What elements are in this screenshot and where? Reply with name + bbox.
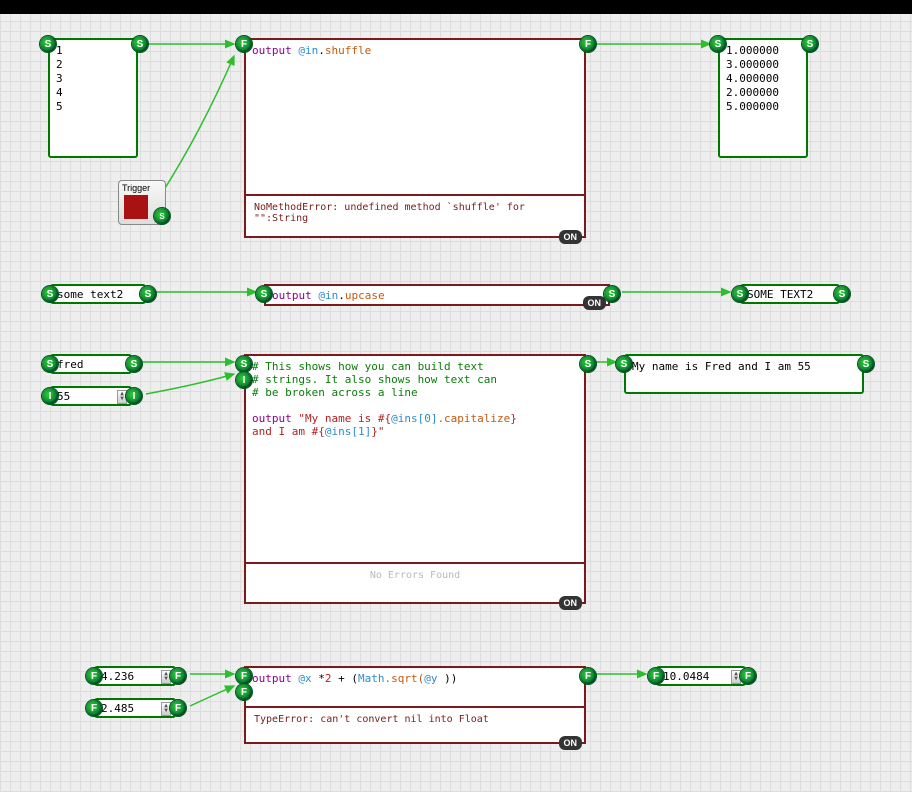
- port-s-st-out[interactable]: S: [140, 286, 156, 302]
- port-i-f3-in2[interactable]: I: [236, 372, 252, 388]
- on-toggle[interactable]: ON: [559, 230, 583, 244]
- input-fred[interactable]: fred: [50, 354, 132, 374]
- port-s-in[interactable]: S: [40, 36, 56, 52]
- input-55[interactable]: 55 ▲▼: [50, 386, 132, 406]
- port-s-up-out[interactable]: S: [604, 286, 620, 302]
- port-f-m-in1[interactable]: F: [236, 668, 252, 684]
- port-f-m-in2[interactable]: F: [236, 684, 252, 700]
- on-toggle-2[interactable]: ON: [583, 296, 607, 310]
- script-shuffle-error: NoMethodError: undefined method `shuffle…: [246, 194, 584, 230]
- trigger-label: Trigger: [122, 183, 150, 193]
- input-y[interactable]: 2.485 ▲▼: [94, 698, 176, 718]
- port-s-in2[interactable]: S: [710, 36, 726, 52]
- on-toggle-4[interactable]: ON: [559, 736, 583, 750]
- port-f-in[interactable]: F: [236, 36, 252, 52]
- input-x[interactable]: 4.236 ▲▼: [94, 666, 176, 686]
- input-list-node[interactable]: 1 2 3 4 5: [48, 38, 138, 158]
- port-f-om-out[interactable]: F: [740, 668, 756, 684]
- on-toggle-3[interactable]: ON: [559, 596, 583, 610]
- port-s-up-in[interactable]: S: [256, 286, 272, 302]
- script-fred-error: No Errors Found: [246, 562, 584, 587]
- script-upcase-node[interactable]: output @in.upcase ON: [264, 284, 610, 306]
- top-bar: [0, 0, 912, 14]
- port-f-y-in[interactable]: F: [86, 700, 102, 716]
- output-math: 10.0484 ▲▼: [656, 666, 746, 686]
- port-s-of-out[interactable]: S: [858, 356, 874, 372]
- port-i-55-out[interactable]: I: [126, 388, 142, 404]
- output-list-node: 1.000000 3.000000 4.000000 2.000000 5.00…: [718, 38, 808, 158]
- port-s-ot-out[interactable]: S: [834, 286, 850, 302]
- port-s-f3-out[interactable]: S: [580, 356, 596, 372]
- port-s-of-in[interactable]: S: [616, 356, 632, 372]
- script-shuffle-node[interactable]: output @in.shuffle NoMethodError: undefi…: [244, 38, 586, 238]
- port-s-fred-in[interactable]: S: [42, 356, 58, 372]
- port-i-55-in[interactable]: I: [42, 388, 58, 404]
- trigger-lamp: [124, 195, 148, 219]
- port-f-out[interactable]: F: [580, 36, 596, 52]
- script-fred-code[interactable]: # This shows how you can build text # st…: [246, 356, 584, 562]
- port-s-fred-out[interactable]: S: [126, 356, 142, 372]
- output-fred: My name is Fred and I am 55: [624, 354, 864, 394]
- port-f-x-out[interactable]: F: [170, 668, 186, 684]
- port-f-x-in[interactable]: F: [86, 668, 102, 684]
- script-fred-node[interactable]: # This shows how you can build text # st…: [244, 354, 586, 604]
- port-s-out[interactable]: S: [132, 36, 148, 52]
- port-s-out2[interactable]: S: [802, 36, 818, 52]
- input-list-text[interactable]: 1 2 3 4 5: [50, 40, 136, 118]
- node-canvas[interactable]: 1 2 3 4 5 S S Trigger S output @in.shuff…: [0, 14, 912, 792]
- port-s-ot-in[interactable]: S: [732, 286, 748, 302]
- port-s-f3-in1[interactable]: S: [236, 356, 252, 372]
- script-shuffle-code[interactable]: output @in.shuffle: [246, 40, 584, 194]
- output-list-text: 1.000000 3.000000 4.000000 2.000000 5.00…: [720, 40, 806, 118]
- output-sometext2: SOME TEXT2: [740, 284, 840, 304]
- script-math-code[interactable]: output @x *2 + (Math.sqrt(@y )): [246, 668, 584, 706]
- input-sometext2[interactable]: some text2: [50, 284, 146, 304]
- script-math-node[interactable]: output @x *2 + (Math.sqrt(@y )) TypeErro…: [244, 666, 586, 744]
- port-f-om-in[interactable]: F: [648, 668, 664, 684]
- port-f-m-out[interactable]: F: [580, 668, 596, 684]
- port-f-y-out[interactable]: F: [170, 700, 186, 716]
- port-trigger-out[interactable]: S: [154, 208, 170, 224]
- port-s-st-in[interactable]: S: [42, 286, 58, 302]
- script-math-error: TypeError: can't convert nil into Float: [246, 706, 584, 731]
